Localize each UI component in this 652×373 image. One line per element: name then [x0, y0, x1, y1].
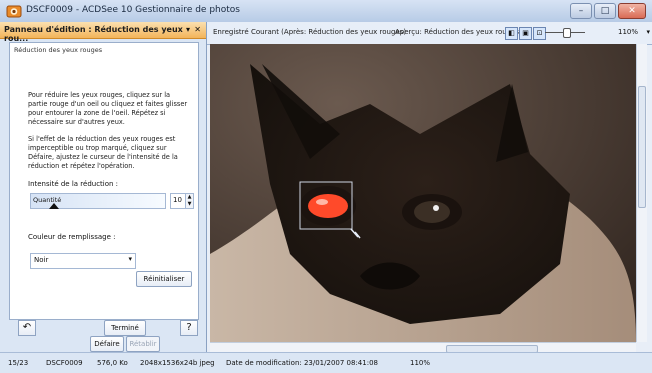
close-button[interactable]: ✕ [618, 3, 646, 19]
tab-current[interactable]: Courant (Après: Réduction des yeux rouge… [251, 28, 406, 36]
undo-arrow-icon[interactable]: ↶ [18, 320, 36, 336]
panel-title: Panneau d'édition : Réduction des yeux r… [4, 25, 183, 43]
intensity-label: Intensité de la réduction : [28, 180, 119, 188]
cat-photo [210, 44, 636, 342]
maximize-button[interactable]: □ [594, 3, 616, 19]
zoom-slider-thumb[interactable] [563, 28, 571, 38]
section-header: Réduction des yeux rouges [14, 46, 103, 54]
panel-actions: ↶ ? Terminé Défaire Rétablir [0, 320, 206, 352]
title-bar: DSCF0009 - ACDSee 10 Gestionnaire de pho… [0, 0, 652, 23]
slider-thumb[interactable] [49, 203, 59, 209]
red-eye-settings: Réduction des yeux rouges Pour réduire l… [9, 42, 199, 320]
edit-panel: Panneau d'édition : Réduction des yeux r… [0, 22, 207, 352]
status-index: 15/23 [8, 359, 29, 367]
status-modified: Date de modification: 23/01/2007 08:41:0… [226, 359, 378, 367]
window-controls: – □ ✕ [570, 3, 646, 19]
help-icon[interactable]: ? [180, 320, 198, 336]
status-filesize: 576,0 Ko [97, 359, 128, 367]
status-bar: 15/23 DSCF0009 576,0 Ko 2048x1536x24b jp… [0, 352, 652, 373]
reset-button[interactable]: Réinitialiser [136, 271, 192, 287]
tab-saved[interactable]: Enregistré [213, 28, 249, 36]
status-dimensions: 2048x1536x24b jpeg [140, 359, 215, 367]
fill-color-value: Noir [34, 256, 49, 264]
image-preview[interactable] [210, 44, 636, 342]
actual-size-icon[interactable]: ⊡ [533, 27, 546, 40]
fit-view-icon[interactable]: ▣ [519, 27, 532, 40]
app-window: DSCF0009 - ACDSee 10 Gestionnaire de pho… [0, 0, 652, 373]
toolbar-menu-icon[interactable]: ▾ [646, 28, 650, 36]
spinner-arrows[interactable]: ▲ ▼ [185, 194, 193, 208]
window-title: DSCF0009 - ACDSee 10 Gestionnaire de pho… [26, 5, 240, 15]
instructions-paragraph: Pour réduire les yeux rouges, cliquez su… [28, 91, 188, 126]
dropdown-arrow-icon: ▾ [128, 255, 132, 263]
preview-toolbar: Enregistré Courant (Après: Réduction des… [207, 22, 652, 45]
quantity-value: 10 [173, 196, 182, 204]
vertical-scrollbar[interactable] [636, 44, 647, 342]
acdsee-app-icon [6, 5, 22, 18]
tab-preview[interactable]: Aperçu: Réduction des yeux rouges [395, 28, 519, 36]
redo-button[interactable]: Rétablir [126, 336, 160, 352]
status-zoom: 110% [410, 359, 431, 367]
undo-button[interactable]: Défaire [90, 336, 124, 352]
fill-color-label: Couleur de remplissage : [28, 233, 116, 241]
panel-menu-icon[interactable]: ▾ [186, 25, 190, 34]
split-view-icon[interactable]: ◧ [505, 27, 518, 40]
quantity-spinner[interactable]: 10 ▲ ▼ [170, 193, 194, 209]
status-filename: DSCF0009 [46, 359, 83, 367]
panel-header: Panneau d'édition : Réduction des yeux r… [0, 22, 206, 43]
help-paragraph: Si l'effet de la réduction des yeux roug… [28, 135, 178, 170]
intensity-slider[interactable]: Quantité [30, 193, 166, 209]
panel-pin-icon[interactable]: ✕ [194, 25, 201, 34]
vertical-scroll-thumb[interactable] [638, 86, 646, 208]
zoom-value: 110% [617, 28, 638, 36]
done-button[interactable]: Terminé [104, 320, 146, 336]
minimize-button[interactable]: – [570, 3, 592, 19]
fill-color-dropdown[interactable]: Noir ▾ [30, 253, 136, 269]
